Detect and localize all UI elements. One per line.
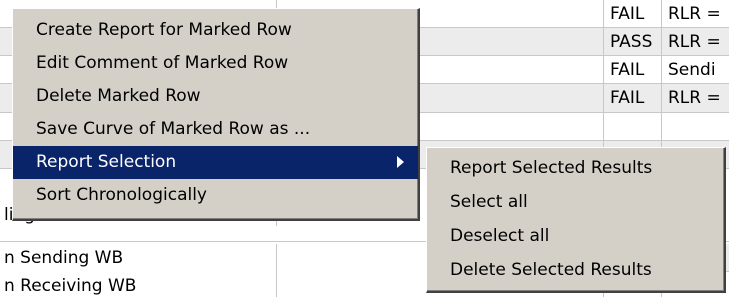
table-cell-comment: RLR = — [668, 4, 721, 24]
menu-item-label: Sort Chronologically — [36, 185, 207, 205]
submenu-item-delete-selected[interactable]: Delete Selected Results — [427, 253, 724, 287]
table-cell-result: FAIL — [604, 0, 662, 28]
menu-item-delete-row[interactable]: Delete Marked Row — [13, 80, 418, 113]
menu-item-report-selection[interactable]: Report Selection — [13, 146, 418, 179]
menu-item-create-report[interactable]: Create Report for Marked Row — [13, 14, 418, 47]
table-cell-result: FAIL — [604, 56, 662, 84]
menu-item-edit-comment[interactable]: Edit Comment of Marked Row — [13, 47, 418, 80]
table-cell-comment — [662, 113, 729, 141]
menu-item-label: Report Selection — [36, 152, 177, 172]
submenu-item-report-selected[interactable]: Report Selected Results — [427, 151, 724, 185]
table-cell-comment: RLR = — [668, 32, 721, 52]
menu-item-save-curve[interactable]: Save Curve of Marked Row as ... — [13, 113, 418, 146]
menu-item-label: Edit Comment of Marked Row — [36, 53, 289, 73]
table-cell-comment: Sendi — [668, 60, 716, 80]
submenu-item-select-all[interactable]: Select all — [427, 185, 724, 219]
menu-item-label: Delete Marked Row — [36, 86, 201, 106]
table-cell-result: PASS — [604, 28, 662, 56]
menu-item-label: Select all — [450, 192, 528, 212]
table-cell-comment: RLR = — [668, 88, 721, 108]
table-cell-result — [604, 113, 662, 141]
menu-item-label: Save Curve of Marked Row as ... — [36, 119, 311, 139]
menu-item-label: Report Selected Results — [450, 158, 653, 178]
submenu-item-deselect-all[interactable]: Deselect all — [427, 219, 724, 253]
menu-item-sort-chronologically[interactable]: Sort Chronologically — [13, 179, 418, 212]
menu-item-label: Create Report for Marked Row — [36, 20, 292, 40]
submenu-arrow-icon — [397, 156, 404, 168]
table-cell-name: n Receiving WB — [0, 272, 277, 297]
table-cell-result: FAIL — [604, 84, 662, 113]
menu-item-label: Deselect all — [450, 226, 550, 246]
report-selection-submenu: Report Selected Results Select all Desel… — [426, 147, 726, 293]
menu-item-label: Delete Selected Results — [450, 260, 652, 280]
screen: FAIL RLR = PASS RLR = FAIL Sendi FAIL RL… — [0, 0, 729, 297]
context-menu: Create Report for Marked Row Edit Commen… — [12, 8, 420, 221]
table-cell-name: n Sending WB — [0, 244, 277, 272]
